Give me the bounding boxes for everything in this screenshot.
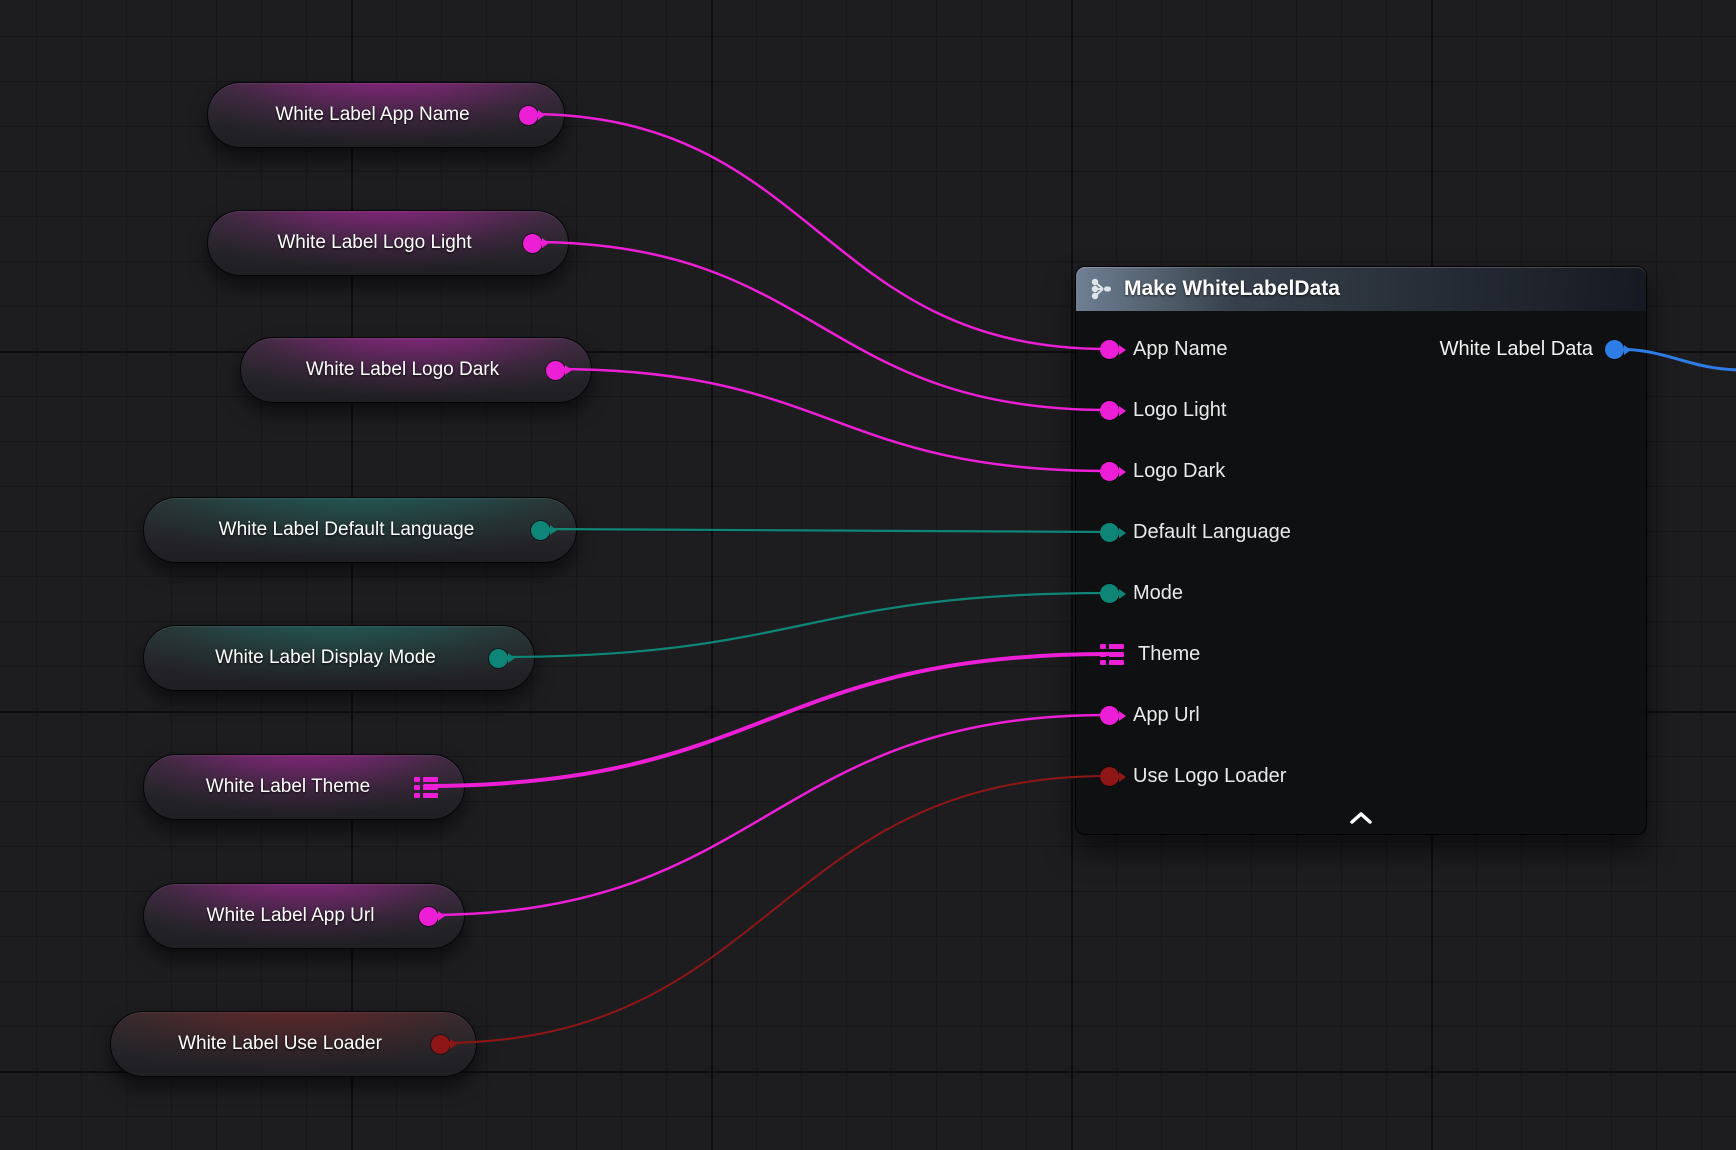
wire-logo-light[interactable] xyxy=(532,242,1108,410)
wire-app-url[interactable] xyxy=(428,715,1108,915)
wire-display-mode[interactable] xyxy=(498,593,1108,657)
wire-default-language[interactable] xyxy=(540,529,1108,532)
wire-app-name[interactable] xyxy=(528,114,1108,349)
wire-layer xyxy=(0,0,1736,1150)
wire-logo-dark[interactable] xyxy=(555,369,1108,471)
blueprint-graph-canvas[interactable]: White Label App Name White Label Logo Li… xyxy=(0,0,1736,1150)
wire-theme[interactable] xyxy=(425,654,1108,786)
wire-use-loader[interactable] xyxy=(440,776,1108,1043)
wire-white-label-data-output[interactable] xyxy=(1614,349,1736,370)
